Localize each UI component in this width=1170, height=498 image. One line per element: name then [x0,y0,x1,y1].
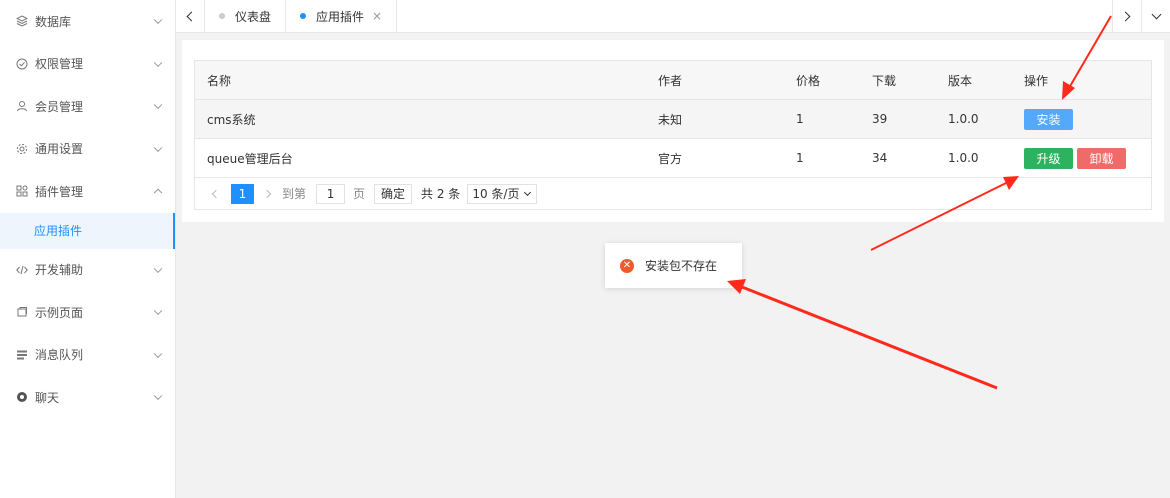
page-unit-label: 页 [353,187,366,201]
toast-message: 安装包不存在 [645,259,718,273]
sidebar-item-label: 聊天 [35,390,60,405]
plugin-actions: 安装 [1012,108,1151,130]
chat-icon [16,391,28,403]
plugin-icon [16,185,28,197]
page-size-value: 10 条/页 [472,187,520,201]
annotation-arrow-toast [727,279,998,390]
page-size-select[interactable]: 10 条/页 [467,183,538,204]
table-header-row: 名称 作者 价格 下载 版本 操作 [195,61,1151,100]
page-icon [16,306,28,318]
plugin-list-card: 名称 作者 价格 下载 版本 操作 cms系统 未知 1 39 1.0.0 安装… [182,40,1164,222]
shield-check-icon [16,58,28,70]
sidebar: 数据库 权限管理 会员管理 通用设置 插件管理 应用插件 开发辅助 示例页面 消… [0,0,176,498]
sidebar-item-permissions[interactable]: 权限管理 [0,43,175,86]
tab-scroll-right-button[interactable] [1112,0,1141,32]
goto-label: 到第 [282,187,307,201]
tab-menu-button[interactable] [1141,0,1170,32]
chevron-left-icon [186,11,197,21]
sidebar-item-example-pages[interactable]: 示例页面 [0,291,175,334]
tab-scroll-left-button[interactable] [176,0,205,32]
tab-dot-icon [300,13,307,19]
gear-icon [16,143,28,155]
chevron-down-icon [524,188,532,196]
layers-icon [16,15,28,27]
plugin-actions: 升级 卸载 [1012,147,1151,169]
sidebar-item-chat[interactable]: 聊天 [0,376,175,419]
plugin-downloads: 39 [872,112,888,126]
sidebar-subitem-app-plugins[interactable]: 应用插件 [0,212,175,249]
plugin-author: 未知 [658,112,683,127]
tab-bar-spacer [397,0,1112,32]
goto-confirm-button[interactable]: 确定 [374,183,413,204]
sidebar-item-label: 会员管理 [35,99,84,114]
plugin-name: cms系统 [207,112,256,127]
code-icon [16,264,28,276]
upgrade-button[interactable]: 升级 [1024,147,1073,169]
sidebar-item-plugins[interactable]: 插件管理 [0,170,175,213]
next-page-icon[interactable] [262,189,272,198]
sidebar-item-members[interactable]: 会员管理 [0,85,175,128]
plugin-version: 1.0.0 [948,112,979,126]
sidebar-item-message-queue[interactable]: 消息队列 [0,334,175,377]
list-icon [16,349,28,361]
tab-bar-controls [1112,0,1170,32]
sidebar-item-dev-tools[interactable]: 开发辅助 [0,249,175,292]
close-icon[interactable]: × [372,9,382,23]
tab-app-plugins[interactable]: 应用插件 × [286,0,398,32]
sidebar-item-label: 数据库 [35,14,72,29]
column-header-price: 价格 [796,73,821,88]
column-header-author: 作者 [658,73,683,88]
tab-label: 仪表盘 [235,9,272,24]
current-page[interactable]: 1 [231,183,254,204]
error-toast: ✕ 安装包不存在 [605,243,742,288]
tab-dot-icon [219,13,225,19]
table-row: queue管理后台 官方 1 34 1.0.0 升级 卸载 [195,139,1151,178]
column-header-name: 名称 [207,73,232,88]
total-count: 共 2 条 [421,187,461,201]
column-header-downloads: 下载 [872,73,897,88]
user-icon [16,100,28,112]
sidebar-item-database[interactable]: 数据库 [0,0,175,43]
column-header-actions: 操作 [1024,73,1049,88]
tab-dashboard[interactable]: 仪表盘 [205,0,287,32]
plugin-table: 名称 作者 价格 下载 版本 操作 cms系统 未知 1 39 1.0.0 安装… [194,60,1152,210]
plugin-downloads: 34 [872,151,888,165]
sidebar-subitem-label: 应用插件 [34,224,83,238]
plugin-price: 1 [796,151,804,165]
table-row: cms系统 未知 1 39 1.0.0 安装 [195,100,1151,139]
sidebar-item-label: 示例页面 [35,305,84,320]
chevron-down-icon [1151,9,1161,19]
tab-bar: 仪表盘 应用插件 × [176,0,1170,33]
prev-page-icon[interactable] [211,189,221,198]
install-button[interactable]: 安装 [1024,108,1073,130]
plugin-name: queue管理后台 [207,151,293,166]
column-header-version: 版本 [948,73,973,88]
plugin-author: 官方 [658,151,683,166]
chevron-right-icon [1120,11,1131,21]
error-icon: ✕ [620,258,634,273]
plugin-version: 1.0.0 [948,151,979,165]
pagination: 1 到第 1 页 确定 共 2 条 10 条/页 [195,178,1151,209]
sidebar-item-general-settings[interactable]: 通用设置 [0,128,175,171]
tab-label: 应用插件 [316,9,365,24]
plugin-price: 1 [796,112,804,126]
goto-page-input[interactable]: 1 [316,183,346,204]
uninstall-button[interactable]: 卸载 [1077,147,1126,169]
